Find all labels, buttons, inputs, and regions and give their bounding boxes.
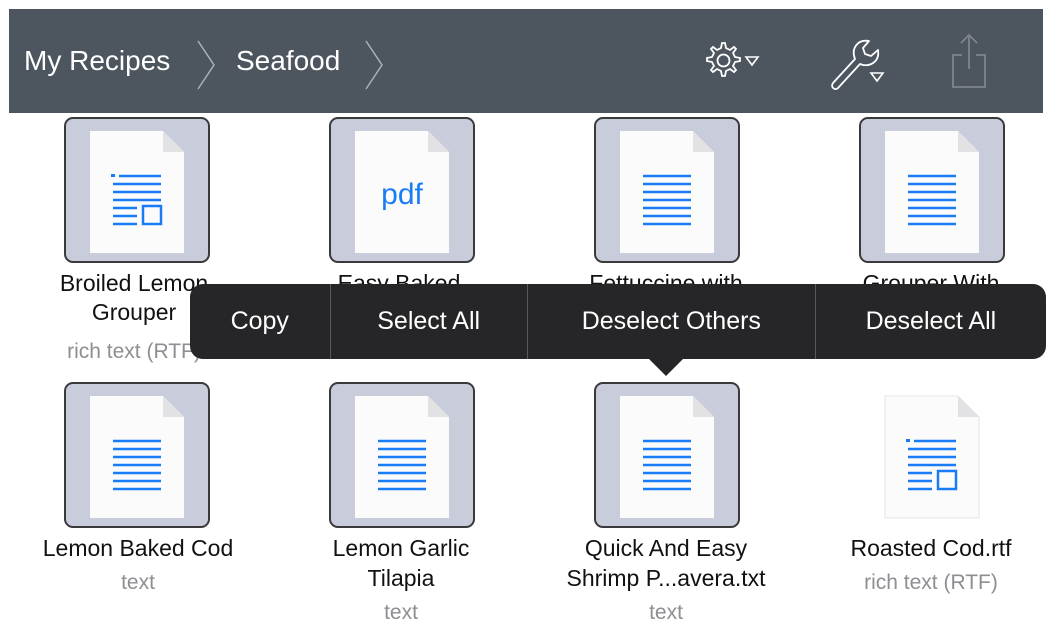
copy-button[interactable]: Copy bbox=[190, 284, 331, 359]
context-menu-pointer bbox=[648, 358, 684, 376]
file-kind: text bbox=[384, 601, 418, 624]
file-name: Lemon Garlic bbox=[332, 535, 470, 561]
file-thumbnail-selected[interactable] bbox=[859, 117, 1005, 263]
file-thumbnail[interactable] bbox=[859, 382, 1005, 528]
select-all-button[interactable]: Select All bbox=[331, 284, 528, 359]
deselect-others-button[interactable]: Deselect Others bbox=[528, 284, 816, 359]
file-thumbnail-selected[interactable] bbox=[64, 117, 210, 263]
file-kind: text bbox=[121, 571, 155, 594]
text-doc-icon bbox=[620, 396, 714, 518]
text-doc-icon bbox=[90, 396, 184, 518]
breadcrumb-chevron-icon bbox=[365, 40, 383, 90]
context-menu: Copy Select All Deselect Others Deselect… bbox=[190, 284, 1046, 359]
file-thumbnail-selected[interactable] bbox=[594, 382, 740, 528]
text-doc-icon bbox=[885, 131, 979, 253]
breadcrumb-my-recipes[interactable]: My Recipes bbox=[24, 45, 170, 77]
file-thumbnail-selected[interactable]: pdf bbox=[329, 117, 475, 263]
breadcrumb-seafood[interactable]: Seafood bbox=[236, 45, 340, 77]
file-kind: rich text (RTF) bbox=[864, 571, 998, 594]
file-name: Quick And Easy bbox=[584, 535, 748, 561]
deselect-all-button[interactable]: Deselect All bbox=[816, 284, 1046, 359]
pdf-doc-icon: pdf bbox=[355, 131, 449, 253]
rtf-doc-icon bbox=[90, 131, 184, 253]
file-thumbnail-selected[interactable] bbox=[329, 382, 475, 528]
toolbar: My Recipes Seafood bbox=[9, 9, 1043, 113]
gear-dropdown-icon[interactable] bbox=[702, 39, 766, 83]
file-grid: Broiled Lemon Grouper rich text (RTF) pd… bbox=[9, 113, 1043, 629]
file-thumbnail-selected[interactable] bbox=[594, 117, 740, 263]
rtf-doc-icon bbox=[884, 395, 980, 519]
file-name: Shrimp P...avera.txt bbox=[566, 565, 766, 591]
breadcrumb-chevron-icon bbox=[197, 40, 215, 90]
file-kind: text bbox=[649, 601, 683, 624]
text-doc-icon bbox=[620, 131, 714, 253]
file-thumbnail-selected[interactable] bbox=[64, 382, 210, 528]
file-name: Lemon Baked Cod bbox=[42, 535, 234, 561]
share-icon[interactable] bbox=[949, 31, 989, 91]
file-name: Tilapia bbox=[367, 565, 435, 591]
wrench-dropdown-icon[interactable] bbox=[827, 35, 887, 91]
file-name: Roasted Cod.rtf bbox=[850, 535, 1012, 561]
text-doc-icon bbox=[355, 396, 449, 518]
svg-text:pdf: pdf bbox=[381, 178, 423, 211]
